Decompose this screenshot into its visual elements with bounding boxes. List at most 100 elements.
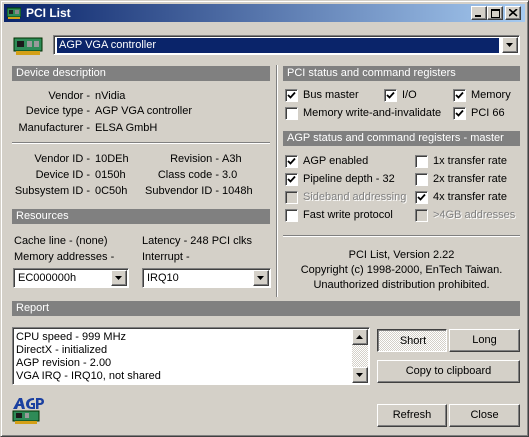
checkbox-label: Memory xyxy=(471,89,511,101)
refresh-button[interactable]: Refresh xyxy=(377,404,447,427)
checkbox-label: Memory write-and-invalidate xyxy=(303,107,442,119)
device-select-value: AGP VGA controller xyxy=(57,38,499,53)
memory-addresses-select[interactable]: EC000000h xyxy=(13,268,129,288)
checkbox-label: 1x transfer rate xyxy=(433,155,507,167)
dropdown-button[interactable] xyxy=(111,270,127,286)
divider xyxy=(12,142,270,144)
checkbox[interactable] xyxy=(415,209,428,222)
copy-button-label: Copy to clipboard xyxy=(405,365,492,377)
refresh-button-label: Refresh xyxy=(392,409,432,421)
check-icon xyxy=(287,91,296,99)
report-header: Report xyxy=(12,301,520,316)
device-id-value: 0150h xyxy=(95,169,126,181)
subsystem-id-value: 0C50h xyxy=(95,185,128,197)
checkbox-label: >4GB addresses xyxy=(433,209,516,221)
dropdown-button[interactable] xyxy=(253,270,269,286)
vendor-label: Vendor - xyxy=(48,90,90,102)
checkbox-label: Bus master xyxy=(303,89,359,101)
interrupt-label: Interrupt - xyxy=(142,251,190,263)
vendor-id-label: Vendor ID - xyxy=(34,153,90,165)
long-button[interactable]: Long xyxy=(449,329,520,352)
checkbox[interactable] xyxy=(285,209,298,222)
check-icon xyxy=(386,91,395,99)
checkbox-label: Pipeline depth - 32 xyxy=(303,173,395,185)
short-button-label: Short xyxy=(399,335,427,347)
agp-logo-icon xyxy=(12,398,44,424)
interrupt-select[interactable]: IRQ10 xyxy=(142,268,271,288)
subvendor-id-value: 1048h xyxy=(222,185,253,197)
close-button[interactable]: Close xyxy=(449,404,520,427)
chevron-down-icon xyxy=(257,276,264,280)
manufacturer-value: ELSA GmbH xyxy=(95,122,158,134)
checkbox-label: AGP enabled xyxy=(303,155,369,167)
pci-status-header: PCI status and command registers xyxy=(283,66,520,81)
long-button-label: Long xyxy=(472,334,497,346)
chevron-down-icon xyxy=(506,43,513,47)
version-text: PCI List, Version 2.22 xyxy=(348,249,455,261)
memory-addresses-value: EC000000h xyxy=(18,272,77,284)
checkbox[interactable] xyxy=(415,173,428,186)
resources-header: Resources xyxy=(12,209,270,224)
memory-addresses-label: Memory addresses - xyxy=(14,251,115,263)
short-button[interactable]: Short xyxy=(377,329,447,352)
checkbox[interactable] xyxy=(285,191,298,204)
checkbox-label: Sideband addressing xyxy=(303,191,407,203)
check-icon xyxy=(455,91,464,99)
minimize-button[interactable] xyxy=(471,6,487,20)
pci-card-icon xyxy=(13,37,43,55)
vendor-id-value: 10DEh xyxy=(95,153,129,165)
distribution-notice: Unauthorized distribution prohibited. xyxy=(313,279,490,291)
copy-to-clipboard-button[interactable]: Copy to clipboard xyxy=(377,360,520,383)
check-icon xyxy=(417,193,426,201)
device-select[interactable]: AGP VGA controller xyxy=(53,35,520,55)
device-id-label: Device ID - xyxy=(35,169,90,181)
chevron-up-icon xyxy=(356,335,363,339)
checkbox-label: 2x transfer rate xyxy=(433,173,507,185)
subsystem-id-label: Subsystem ID - xyxy=(14,185,90,197)
checkbox-label: Fast write protocol xyxy=(303,209,393,221)
close-button-label: Close xyxy=(470,409,499,421)
list-item: AGP revision - 2.00 xyxy=(16,357,112,369)
checkbox[interactable] xyxy=(453,89,466,102)
device-type-label: Device type - xyxy=(25,105,90,117)
checkbox[interactable] xyxy=(285,173,298,186)
column-divider xyxy=(276,65,278,297)
cache-line-text: Cache line - (none) xyxy=(14,235,108,247)
scroll-down-button[interactable] xyxy=(352,367,368,383)
subvendor-id-label: Subvendor ID - xyxy=(145,185,219,197)
maximize-icon xyxy=(491,9,500,18)
list-item: CPU speed - 999 MHz xyxy=(16,331,127,343)
chevron-down-icon xyxy=(356,373,363,377)
checkbox[interactable] xyxy=(285,155,298,168)
checkbox[interactable] xyxy=(415,191,428,204)
class-code-value: 3.0 xyxy=(222,169,238,181)
checkbox-label: PCI 66 xyxy=(471,107,505,119)
checkbox[interactable] xyxy=(285,107,298,120)
checkbox-label: 4x transfer rate xyxy=(433,191,507,203)
divider xyxy=(283,235,520,237)
dropdown-button[interactable] xyxy=(502,37,518,53)
checkbox[interactable] xyxy=(415,155,428,168)
copyright-text: Copyright (c) 1998-2000, EnTech Taiwan. xyxy=(300,264,503,276)
list-item: VGA IRQ - IRQ10, not shared xyxy=(16,370,161,382)
maximize-button[interactable] xyxy=(487,6,503,20)
agp-status-header: AGP status and command registers - maste… xyxy=(283,131,520,146)
scroll-up-button[interactable] xyxy=(352,329,368,345)
checkbox[interactable] xyxy=(285,89,298,102)
device-type-value: AGP VGA controller xyxy=(95,105,193,117)
checkbox[interactable] xyxy=(384,89,397,102)
checkbox-label: I/O xyxy=(402,89,417,101)
close-window-button[interactable] xyxy=(505,6,521,20)
report-list[interactable]: CPU speed - 999 MHz DirectX - initialize… xyxy=(12,327,370,385)
window-title: PCI List xyxy=(26,6,71,20)
report-scrollbar[interactable] xyxy=(352,329,368,383)
class-code-label: Class code - xyxy=(157,169,219,181)
revision-label: Revision - xyxy=(170,153,219,165)
checkbox[interactable] xyxy=(453,107,466,120)
title-bar[interactable]: PCI List xyxy=(4,4,525,22)
vendor-value: nVidia xyxy=(95,90,126,102)
chevron-down-icon xyxy=(115,276,122,280)
check-icon xyxy=(287,157,296,165)
revision-value: A3h xyxy=(222,153,242,165)
manufacturer-label: Manufacturer - xyxy=(18,122,90,134)
